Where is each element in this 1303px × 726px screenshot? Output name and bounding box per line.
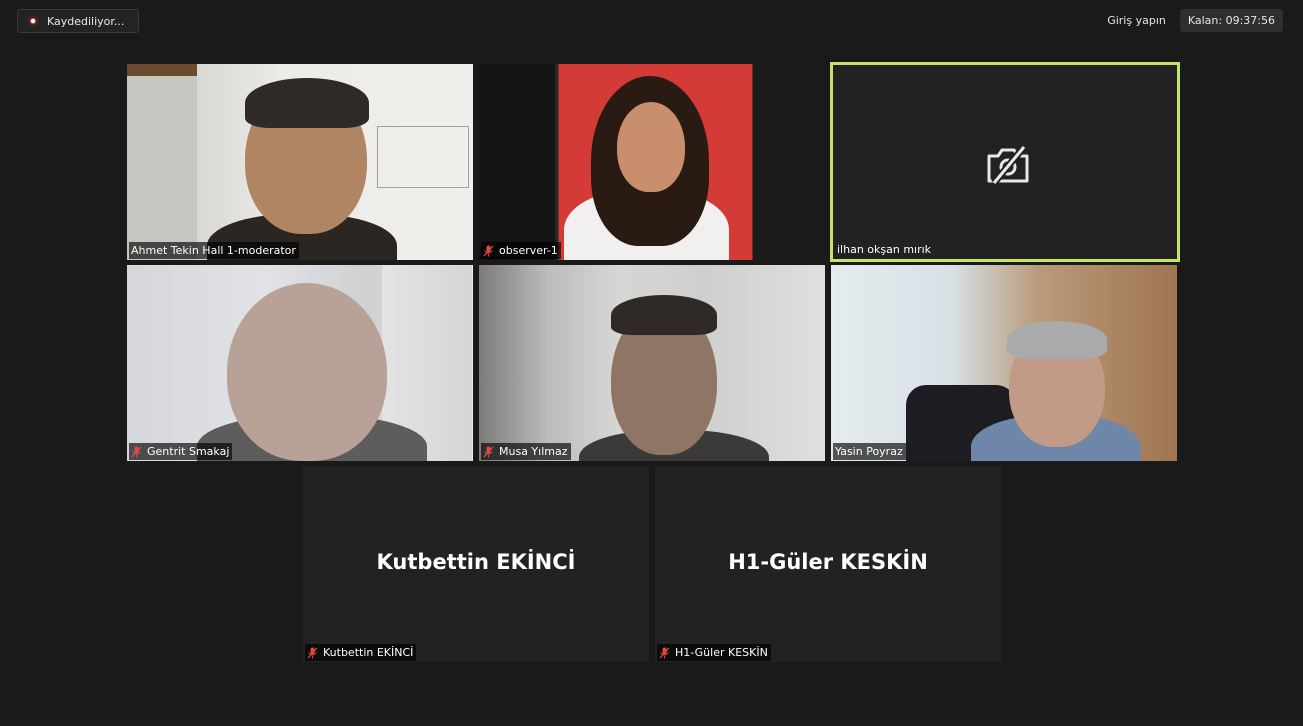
- mic-off-icon: [659, 647, 670, 659]
- video-feed: [479, 64, 825, 260]
- recording-indicator[interactable]: Kaydediliyor...: [17, 9, 140, 33]
- participant-name: observer-1: [499, 244, 558, 257]
- top-right-controls: Giriş yapın Kalan: 09:37:56: [1101, 9, 1283, 32]
- participant-name: Musa Yılmaz: [499, 445, 568, 458]
- remaining-time: Kalan: 09:37:56: [1179, 9, 1283, 32]
- participant-name-tag: H1-Güler KESKİN: [657, 644, 771, 661]
- video-tile[interactable]: Yasin Poyraz: [831, 265, 1177, 461]
- video-tile[interactable]: observer-1: [479, 64, 825, 260]
- video-tile-active-speaker[interactable]: ilhan okşan mırık: [830, 62, 1180, 262]
- mic-off-icon: [483, 245, 494, 257]
- participant-name: ilhan okşan mırık: [837, 243, 932, 256]
- login-button[interactable]: Giriş yapın: [1101, 9, 1172, 32]
- participant-name: Ahmet Tekin Hall 1-moderator: [131, 244, 296, 257]
- participant-name: H1-Güler KESKİN: [675, 646, 768, 659]
- participant-name-tag: Musa Yılmaz: [481, 443, 571, 460]
- video-tile[interactable]: Gentrit Smakaj: [127, 265, 473, 461]
- participant-name-tag: observer-1: [481, 242, 561, 259]
- video-feed: [127, 265, 473, 461]
- participant-name-tag: Yasin Poyraz: [833, 443, 906, 460]
- camera-off-icon: [987, 145, 1029, 185]
- video-tile-no-video[interactable]: H1-Güler KESKİN H1-Güler KESKİN: [655, 466, 1001, 662]
- mic-off-icon: [307, 647, 318, 659]
- participant-name: Gentrit Smakaj: [147, 445, 230, 458]
- video-feed: [831, 265, 1177, 461]
- participant-name: Yasin Poyraz: [835, 445, 903, 458]
- video-tile-no-video[interactable]: Kutbettin EKİNCİ Kutbettin EKİNCİ: [303, 466, 649, 662]
- video-tile[interactable]: Musa Yılmaz: [479, 265, 825, 461]
- participant-display-name: H1-Güler KESKİN: [728, 550, 928, 574]
- participant-display-name: Kutbettin EKİNCİ: [376, 550, 576, 574]
- meeting-window: Kaydediliyor... Giriş yapın Kalan: 09:37…: [5, 0, 1297, 724]
- video-feed: [479, 265, 825, 461]
- participant-name-tag: Kutbettin EKİNCİ: [305, 644, 417, 661]
- recording-label: Kaydediliyor...: [47, 14, 125, 28]
- record-icon: [28, 16, 38, 26]
- participant-name-tag: Gentrit Smakaj: [129, 443, 233, 460]
- participant-name-tag: Ahmet Tekin Hall 1-moderator: [129, 242, 299, 259]
- video-tile[interactable]: Ahmet Tekin Hall 1-moderator: [127, 64, 473, 260]
- mic-off-icon: [131, 446, 142, 458]
- participant-name-tag: ilhan okşan mırık: [835, 241, 934, 258]
- video-feed: [127, 64, 473, 260]
- participant-name: Kutbettin EKİNCİ: [323, 646, 414, 659]
- mic-off-icon: [483, 446, 494, 458]
